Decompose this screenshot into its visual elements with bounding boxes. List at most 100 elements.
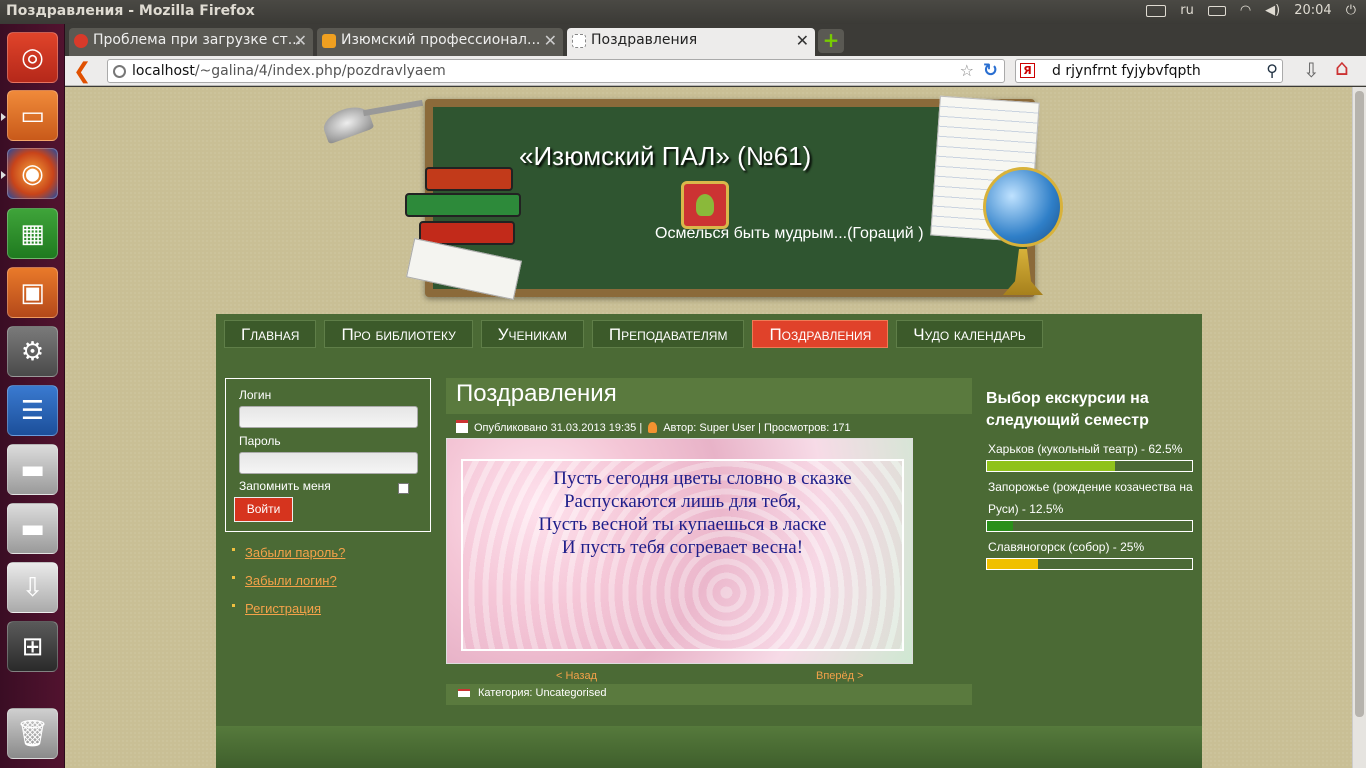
firefox-icon[interactable]: ◉ xyxy=(1,148,58,199)
tab-label: Проблема при загрузке ст... xyxy=(93,32,302,48)
search-input[interactable]: d rjynfrnt fyjybvfqpth xyxy=(1052,63,1201,79)
menu-item-library[interactable]: Про библиотеку xyxy=(324,320,473,348)
poll-result-bar xyxy=(986,520,1193,532)
poll-result-bar xyxy=(986,558,1193,570)
search-icon[interactable]: ⚲ xyxy=(1266,61,1278,80)
menu-item-home[interactable]: Главная xyxy=(224,320,317,348)
poem-line: Распускаются лишь для тебя, xyxy=(563,491,802,512)
globe-image xyxy=(983,167,1063,247)
keyboard-layout-indicator[interactable]: ru xyxy=(1180,3,1194,18)
usb-drive-icon[interactable]: ⇩ xyxy=(7,562,58,613)
poll-bar-fill xyxy=(987,559,1039,569)
list-item: Забыли логин? xyxy=(232,570,345,598)
article: Поздравления Опубликовано 31.03.2013 19:… xyxy=(446,378,972,705)
folder-icon xyxy=(458,689,470,697)
menu-item-congratulations[interactable]: Поздравления xyxy=(752,320,889,348)
poll-bar-fill xyxy=(987,461,1116,471)
tab-label: Изюмский профессионал... xyxy=(341,32,541,48)
disk-drive-icon[interactable]: ▬ xyxy=(7,444,58,495)
close-tab-icon[interactable]: ✕ xyxy=(544,31,557,50)
category-bar: Категория: Uncategorised xyxy=(446,684,972,705)
list-item: Забыли пароль? xyxy=(232,542,345,570)
writer-document-icon[interactable]: ☰ xyxy=(7,385,58,436)
navigation-bar: ❮ localhost/~galina/4/index.php/pozdravl… xyxy=(65,56,1366,86)
menu-item-students[interactable]: Ученикам xyxy=(480,320,584,348)
poll-result-bar xyxy=(986,460,1193,472)
poem-card-image: Пусть сегодня цветы словно в сказке Расп… xyxy=(446,438,913,664)
settings-icon[interactable]: ⚙ xyxy=(7,326,58,377)
power-icon[interactable]: ⏻ xyxy=(1346,3,1356,18)
site-slogan: Осмелься быть мудрым...(Гораций ) xyxy=(655,225,924,242)
spreadsheet-icon[interactable]: ▦ xyxy=(7,208,58,259)
published-date: Опубликовано 31.03.2013 19:35 | xyxy=(474,422,643,434)
volume-icon[interactable]: ◀) xyxy=(1265,3,1280,18)
tab-pozdravleniya[interactable]: Поздравления ✕ xyxy=(567,28,815,56)
site-title[interactable]: «Изюмский ПАЛ» (№61) xyxy=(519,141,811,172)
home-icon[interactable]: ⌂ xyxy=(1335,56,1349,81)
tab-problem[interactable]: Проблема при загрузке ст... ✕ xyxy=(69,28,313,56)
back-button[interactable]: ❮ xyxy=(73,59,91,84)
disk-drive-icon[interactable]: ▬ xyxy=(7,503,58,554)
ubuntu-dash-icon[interactable]: ◎ xyxy=(7,32,58,83)
tab-izyum[interactable]: Изюмский профессионал... ✕ xyxy=(317,28,563,56)
login-label: Логин xyxy=(239,388,272,402)
poem-frame: Пусть сегодня цветы словно в сказке Расп… xyxy=(461,459,904,651)
scrollbar-thumb[interactable] xyxy=(1355,91,1364,717)
tab-label: Поздравления xyxy=(591,32,698,48)
city-emblem-image xyxy=(681,181,729,229)
main-menu: Главная Про библиотеку Ученикам Преподав… xyxy=(224,320,1043,348)
prev-link[interactable]: < Назад xyxy=(556,670,597,682)
poll-bar-fill xyxy=(987,521,1013,531)
article-title: Поздравления xyxy=(446,378,972,414)
desk-lamp-image xyxy=(319,95,424,145)
wifi-icon[interactable]: ◠ xyxy=(1240,3,1251,18)
bookmark-star-icon[interactable]: ☆ xyxy=(960,61,974,80)
forgot-password-link[interactable]: Забыли пароль? xyxy=(245,545,345,560)
poem-line: Пусть весной ты купаешься в ласке xyxy=(538,514,827,535)
clock[interactable]: 20:04 xyxy=(1294,3,1331,18)
login-input[interactable] xyxy=(239,406,418,428)
forgot-login-link[interactable]: Забыли логин? xyxy=(245,573,337,588)
menu-item-teachers[interactable]: Преподавателям xyxy=(591,320,745,348)
workspace-switcher-icon[interactable]: ⊞ xyxy=(7,621,58,672)
books-image xyxy=(405,163,525,300)
search-bar[interactable]: Я d rjynfrnt fyjybvfqpth ⚲ xyxy=(1015,59,1283,83)
poem-text: Пусть сегодня цветы словно в сказке Расп… xyxy=(463,467,902,559)
register-link[interactable]: Регистрация xyxy=(245,601,321,616)
reload-icon[interactable]: ↻ xyxy=(983,60,998,81)
poem-line: И пусть тебя согревает весна! xyxy=(561,537,804,558)
system-tray: ru ◠ ◀) 20:04 ⏻ xyxy=(1146,3,1356,18)
remember-label: Запомнить меня xyxy=(239,479,331,493)
close-tab-icon[interactable]: ✕ xyxy=(796,31,809,50)
url-bar[interactable]: localhost/~galina/4/index.php/pozdravlya… xyxy=(107,59,1005,83)
poll-module: Выбор екскурсии на следующий семестр Хар… xyxy=(986,388,1196,574)
vertical-scrollbar[interactable] xyxy=(1352,87,1366,768)
close-tab-icon[interactable]: ✕ xyxy=(294,31,307,50)
window-title: Поздравления - Mozilla Firefox xyxy=(6,3,255,19)
article-meta: Опубликовано 31.03.2013 19:35 | Автор: Su… xyxy=(456,420,851,434)
calendar-icon xyxy=(456,420,468,433)
error-icon xyxy=(74,34,88,48)
keyboard-icon[interactable] xyxy=(1146,4,1167,17)
blank-page-icon xyxy=(572,34,586,48)
menu-item-calendar[interactable]: Чудо календарь xyxy=(896,320,1043,348)
battery-icon[interactable] xyxy=(1207,5,1226,16)
new-tab-button[interactable]: + xyxy=(818,29,844,53)
yandex-icon[interactable]: Я xyxy=(1020,63,1035,78)
url-host: localhost xyxy=(132,63,195,79)
presentation-icon[interactable]: ▣ xyxy=(7,267,58,318)
list-item: Регистрация xyxy=(232,598,345,626)
login-button[interactable]: Войти xyxy=(234,497,293,522)
download-icon[interactable]: ⇩ xyxy=(1303,58,1320,82)
poll-option-label: Запорожье (рождение козачества на Руси) … xyxy=(988,480,1193,516)
author-views: Автор: Super User | Просмотров: 171 xyxy=(663,422,851,434)
trash-icon[interactable]: 🗑 xyxy=(7,708,58,759)
main-container: Главная Про библиотеку Ученикам Преподав… xyxy=(216,314,1202,768)
poll-title: Выбор екскурсии на следующий семестр xyxy=(986,390,1149,429)
password-input[interactable] xyxy=(239,452,418,474)
remember-checkbox[interactable] xyxy=(398,483,409,494)
files-folder-icon[interactable]: ▭ xyxy=(1,90,58,141)
url-path: /~galina/4/index.php/pozdravlyaem xyxy=(194,63,446,79)
next-link[interactable]: Вперёд > xyxy=(816,670,864,682)
poem-line: Пусть сегодня цветы словно в сказке xyxy=(553,468,852,489)
